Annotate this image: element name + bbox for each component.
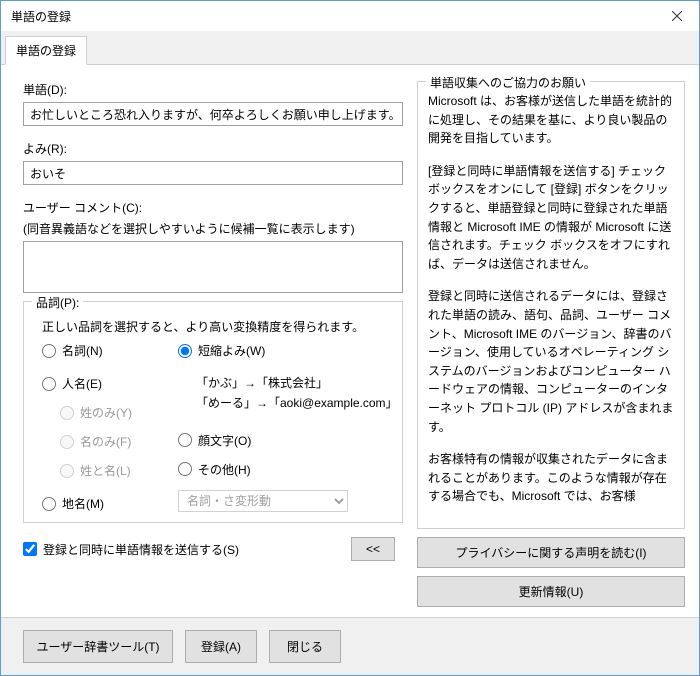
comment-input[interactable] <box>23 241 403 293</box>
radio-person-label: 人名(E) <box>62 375 102 392</box>
window-title: 単語の登録 <box>11 8 71 25</box>
radio-noun-label: 名詞(N) <box>62 342 103 359</box>
radio-place-label: 地名(M) <box>62 495 104 512</box>
abbrev-examples: 「かぶ」→「株式会社」 「めーる」→「aoki@example.com」 <box>178 373 392 414</box>
info-p3: 登録と同時に送信されるデータには、登録された単語の読み、語句、品詞、ユーザー コ… <box>428 287 676 436</box>
privacy-button[interactable]: プライバシーに関する声明を読む(I) <box>417 537 685 568</box>
yomi-label: よみ(R): <box>23 140 403 157</box>
radio-other[interactable]: その他(H) <box>178 461 392 478</box>
register-button[interactable]: 登録(A) <box>185 630 257 663</box>
close-button[interactable]: 閉じる <box>269 630 341 663</box>
info-legend: 単語収集へのご協力のお願い <box>426 74 590 91</box>
info-p4: お客様特有の情報が収集されたデータに含まれることがあります。このような情報が存在… <box>428 450 676 506</box>
info-text[interactable]: Microsoft は、お客様が送信した単語を統計的に処理し、その結果を基に、よ… <box>428 92 684 510</box>
other-select[interactable]: 名詞・さ変形動 <box>178 490 348 512</box>
tab-register[interactable]: 単語の登録 <box>5 36 87 65</box>
radio-surname: 姓のみ(Y) <box>60 404 170 421</box>
radio-abbrev-label: 短縮よみ(W) <box>198 342 265 359</box>
word-input[interactable] <box>23 102 403 126</box>
tab-bar: 単語の登録 <box>1 31 699 65</box>
radio-emoji-label: 顔文字(O) <box>198 432 251 449</box>
pos-legend: 品詞(P): <box>32 294 83 311</box>
pos-hint: 正しい品詞を選択すると、より高い変換精度を得られます。 <box>42 318 392 336</box>
radio-place[interactable]: 地名(M) <box>42 495 170 512</box>
info-p1: Microsoft は、お客様が送信した単語を統計的に処理し、その結果を基に、よ… <box>428 92 676 148</box>
radio-surname-label: 姓のみ(Y) <box>80 404 132 421</box>
update-button[interactable]: 更新情報(U) <box>417 576 685 607</box>
comment-hint: (同音異義語などを選択しやすいように候補一覧に表示します) <box>23 220 403 237</box>
radio-both: 姓と名(L) <box>60 462 170 479</box>
example-line2: 「めーる」→「aoki@example.com」 <box>178 393 392 413</box>
radio-person[interactable]: 人名(E) <box>42 375 170 392</box>
radio-emoji[interactable]: 顔文字(O) <box>178 432 392 449</box>
info-p2: [登録と同時に単語情報を送信する] チェック ボックスをオンにして [登録] ボ… <box>428 162 676 274</box>
radio-noun[interactable]: 名詞(N) <box>42 342 170 359</box>
collapse-button[interactable]: << <box>351 537 395 561</box>
send-checkbox-label: 登録と同時に単語情報を送信する(S) <box>43 541 239 558</box>
close-icon[interactable] <box>654 1 699 31</box>
dict-tool-button[interactable]: ユーザー辞書ツール(T) <box>23 630 173 663</box>
radio-other-label: その他(H) <box>198 461 251 478</box>
radio-abbrev[interactable]: 短縮よみ(W) <box>178 342 392 359</box>
radio-given-label: 名のみ(F) <box>80 433 131 450</box>
send-checkbox[interactable]: 登録と同時に単語情報を送信する(S) <box>23 541 239 558</box>
word-label: 単語(D): <box>23 81 403 98</box>
comment-label: ユーザー コメント(C): <box>23 199 403 216</box>
radio-given: 名のみ(F) <box>60 433 170 450</box>
example-line1: 「かぶ」→「株式会社」 <box>178 373 392 393</box>
radio-both-label: 姓と名(L) <box>80 462 131 479</box>
yomi-input[interactable] <box>23 161 403 185</box>
